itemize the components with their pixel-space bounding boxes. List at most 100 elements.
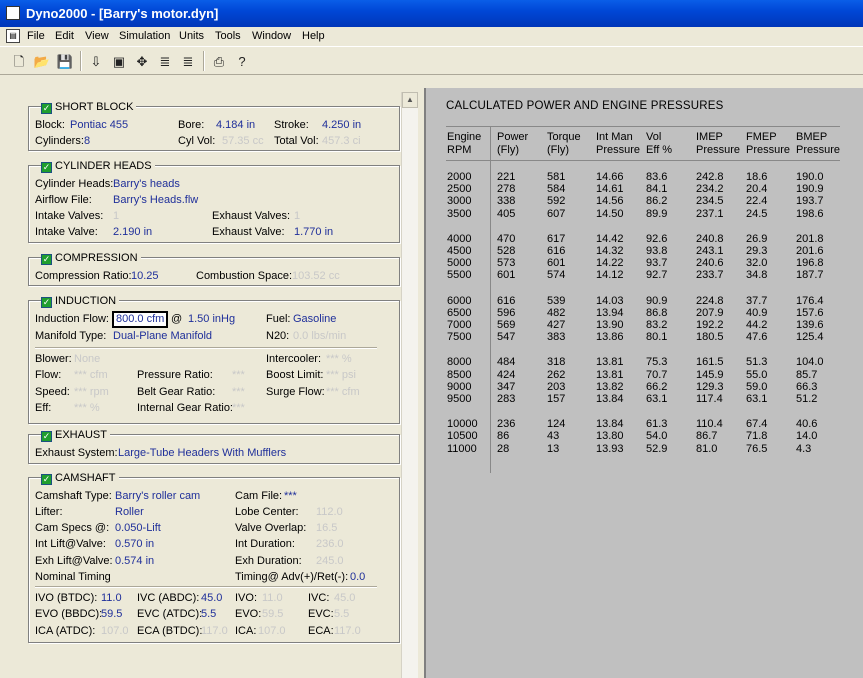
table-cell-imep: 243.1 [696, 245, 724, 257]
print-icon[interactable]: ⎙ [209, 51, 229, 71]
table-cell-torque: 574 [547, 269, 566, 282]
table-cell-imep: 192.2 [696, 319, 724, 331]
block-value[interactable]: Pontiac 455 [70, 119, 128, 132]
compare-icon[interactable]: ✥ [132, 51, 152, 71]
int-lift-value[interactable]: 0.570 in [115, 538, 154, 551]
menu-simulation[interactable]: Simulation [119, 30, 170, 42]
table-cell-fmep: 40.9 [746, 306, 768, 319]
run-icon[interactable]: ⇩ [86, 51, 106, 71]
heads-label: Cylinder Heads: [35, 178, 114, 190]
exhaust-system-value[interactable]: Large-Tube Headers With Mufflers [118, 447, 286, 460]
table-cell-int-man-pressure: 14.61 [596, 183, 624, 196]
exh-lift-value[interactable]: 0.574 in [115, 555, 154, 568]
stroke-value[interactable]: 4.250 in [322, 119, 361, 132]
menu-edit[interactable]: Edit [55, 30, 74, 42]
chart-icon[interactable]: ≣ [178, 51, 198, 71]
table-cell-fmep: 67.4 [746, 418, 768, 431]
table-cell-vol-eff: 80.1 [646, 331, 668, 344]
ivo-adjusted-label: IVO: [235, 592, 258, 604]
ivo-adjusted-value: 11.0 [262, 592, 283, 604]
lifter-value[interactable]: Roller [115, 506, 144, 519]
table-cell-fmep: 29.3 [746, 245, 768, 257]
table-cell-torque: 157 [547, 393, 566, 405]
intake-valve-value[interactable]: 2.190 in [113, 226, 152, 239]
table-cell-torque: 592 [547, 195, 566, 208]
evo-value[interactable]: 59.5 [101, 608, 122, 621]
manifold-value[interactable]: Dual-Plane Manifold [113, 330, 212, 343]
table-cell-vol-eff: 70.7 [646, 368, 668, 381]
timing-value[interactable]: 0.0 [350, 571, 365, 584]
table-cell-bmep: 51.2 [796, 393, 818, 405]
table-cell-vol-eff: 83.2 [646, 319, 668, 331]
menu-help[interactable]: Help [302, 30, 325, 42]
checkbox-icon[interactable]: ✓ [41, 297, 52, 308]
document-icon[interactable]: ▤ [6, 29, 20, 43]
menu-tools[interactable]: Tools [215, 30, 241, 42]
flow-pressure-value[interactable]: 1.50 inHg [188, 313, 235, 326]
checkbox-icon[interactable]: ✓ [41, 103, 52, 114]
bore-value[interactable]: 4.184 in [216, 119, 255, 132]
ivo-value[interactable]: 11.0 [101, 592, 122, 605]
cam-specs-value[interactable]: 0.050-Lift [115, 522, 161, 535]
evc-value[interactable]: 5.5 [201, 608, 216, 621]
copy-icon[interactable]: ▣ [109, 51, 129, 71]
window-title: Dyno2000 - [Barry's motor.dyn] [26, 6, 219, 21]
ivc-adjusted-label: IVC: [308, 592, 330, 604]
header-line: RPM [447, 144, 472, 156]
header-line: FMEP [746, 131, 777, 143]
table-cell-fmep: 18.6 [746, 171, 768, 183]
evc-label: EVC (ATDC): [137, 608, 203, 620]
app-icon [6, 6, 20, 20]
scroll-up-icon[interactable]: ▲ [402, 92, 418, 108]
table-cell-vol-eff: 84.1 [646, 183, 668, 196]
menu-view[interactable]: View [85, 30, 109, 42]
checkbox-icon[interactable]: ✓ [41, 162, 52, 173]
fuel-value[interactable]: Gasoline [293, 313, 336, 326]
save-icon[interactable]: 💾 [55, 51, 75, 71]
table-cell-engine-rpm: 6000 [447, 294, 472, 307]
n20-label: N20: [266, 330, 290, 342]
new-icon[interactable]: 🗋 [9, 51, 29, 71]
table-cell-int-man-pressure: 14.22 [596, 257, 624, 270]
evc-adjusted-label: EVC: [308, 608, 334, 620]
airflow-value[interactable]: Barry's Heads.flw [113, 194, 198, 207]
pressure-ratio-value: *** [232, 369, 245, 381]
header-line: IMEP [696, 131, 723, 143]
menu-units[interactable]: Units [179, 30, 204, 42]
ivc-value[interactable]: 45.0 [201, 592, 222, 605]
table-cell-int-man-pressure: 13.81 [596, 356, 624, 369]
menu-file[interactable]: File [27, 30, 45, 42]
graph-icon[interactable]: ≣ [155, 51, 175, 71]
table-cell-bmep: 201.8 [796, 232, 824, 245]
table-cell-engine-rpm: 2000 [447, 171, 472, 183]
intake-valves-value: 1 [113, 210, 120, 222]
checkbox-icon[interactable]: ✓ [41, 474, 52, 485]
column-header-imep: IMEP Pressure [696, 131, 740, 157]
compression-ratio-value[interactable]: 10.25 [131, 270, 159, 283]
table-cell-fmep: 37.7 [746, 294, 768, 307]
table-cell-imep: 180.5 [696, 331, 724, 344]
checkbox-icon[interactable]: ✓ [41, 431, 52, 442]
checkbox-icon[interactable]: ✓ [41, 254, 52, 265]
table-cell-vol-eff: 63.1 [646, 393, 668, 405]
induction-flow-input[interactable]: 800.0 cfm [112, 311, 168, 328]
table-cell-torque: 601 [547, 257, 566, 270]
table-cell-engine-rpm: 5000 [447, 257, 472, 270]
open-icon[interactable]: 📂 [32, 51, 52, 71]
cam-file-value[interactable]: *** [284, 490, 297, 503]
eff-value: *** % [74, 402, 100, 414]
table-cell-bmep: 85.7 [796, 368, 818, 381]
table-cell-torque: 584 [547, 183, 566, 196]
camshaft-type-value[interactable]: Barry's roller cam [115, 490, 200, 503]
menu-window[interactable]: Window [252, 30, 291, 42]
help-icon[interactable]: ? [232, 51, 252, 71]
cylvol-label: Cyl Vol: [178, 135, 216, 147]
table-cell-int-man-pressure: 13.80 [596, 430, 624, 443]
table-cell-vol-eff: 90.9 [646, 294, 668, 307]
table-cell-int-man-pressure: 14.32 [596, 245, 624, 257]
exhaust-valve-value[interactable]: 1.770 in [294, 226, 333, 239]
table-cell-int-man-pressure: 14.03 [596, 294, 624, 307]
heads-value[interactable]: Barry's heads [113, 178, 180, 191]
left-pane-scrollbar[interactable]: ▲ [401, 92, 418, 678]
cylinders-value[interactable]: 8 [84, 135, 90, 148]
